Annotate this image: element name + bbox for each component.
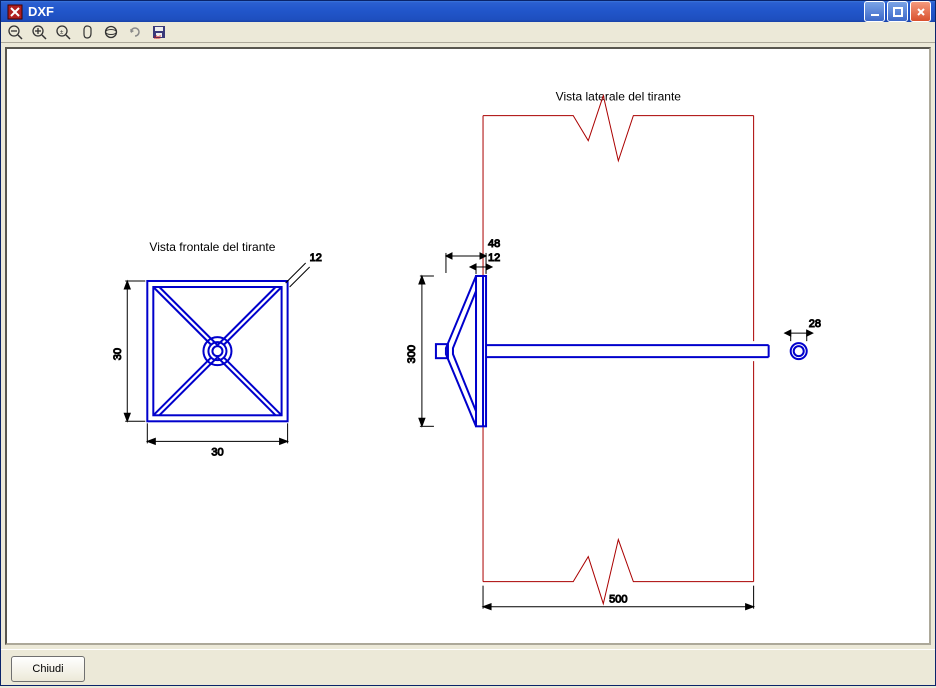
pan-icon[interactable] [77, 22, 97, 42]
maximize-button[interactable] [887, 1, 908, 22]
close-button[interactable] [910, 1, 931, 22]
dxf-drawing: Vista frontale del tirante [7, 49, 929, 643]
minimize-button[interactable] [864, 1, 885, 22]
orbit-icon[interactable] [101, 22, 121, 42]
side-dim-ring: 28 [809, 318, 821, 330]
footer: Chiudi [1, 649, 935, 688]
svg-text:±: ± [60, 30, 64, 36]
front-view-title: Vista frontale del tirante [149, 240, 275, 254]
titlebar: DXF [1, 1, 935, 22]
save-dxf-icon[interactable]: dxf [149, 22, 169, 42]
window-title: DXF [28, 4, 864, 19]
front-dim-callout: 12 [310, 252, 322, 264]
app-icon [7, 4, 23, 20]
side-view: Vista laterale del tirante [406, 90, 821, 610]
zoom-out-icon[interactable] [5, 22, 25, 42]
svg-text:dxf: dxf [154, 35, 161, 40]
canvas-area: Vista frontale del tirante [1, 43, 935, 649]
side-dim-vertical: 300 [406, 345, 418, 363]
side-dim-top1: 48 [488, 238, 500, 250]
front-dim-horizontal: 30 [211, 446, 223, 458]
zoom-in-icon[interactable] [29, 22, 49, 42]
front-dim-vertical: 30 [112, 348, 124, 360]
drawing-canvas[interactable]: Vista frontale del tirante [5, 47, 931, 645]
close-button-footer[interactable]: Chiudi [11, 656, 85, 682]
front-view: Vista frontale del tirante [112, 240, 322, 458]
zoom-fit-icon[interactable]: ± [53, 22, 73, 42]
refresh-icon[interactable] [125, 22, 145, 42]
side-view-title: Vista laterale del tirante [556, 90, 682, 104]
toolbar: ± dxf [1, 22, 935, 43]
side-dim-top2: 12 [488, 252, 500, 264]
side-dim-horizontal: 500 [609, 594, 627, 606]
app-window: DXF ± [0, 0, 936, 686]
window-controls [864, 1, 931, 22]
